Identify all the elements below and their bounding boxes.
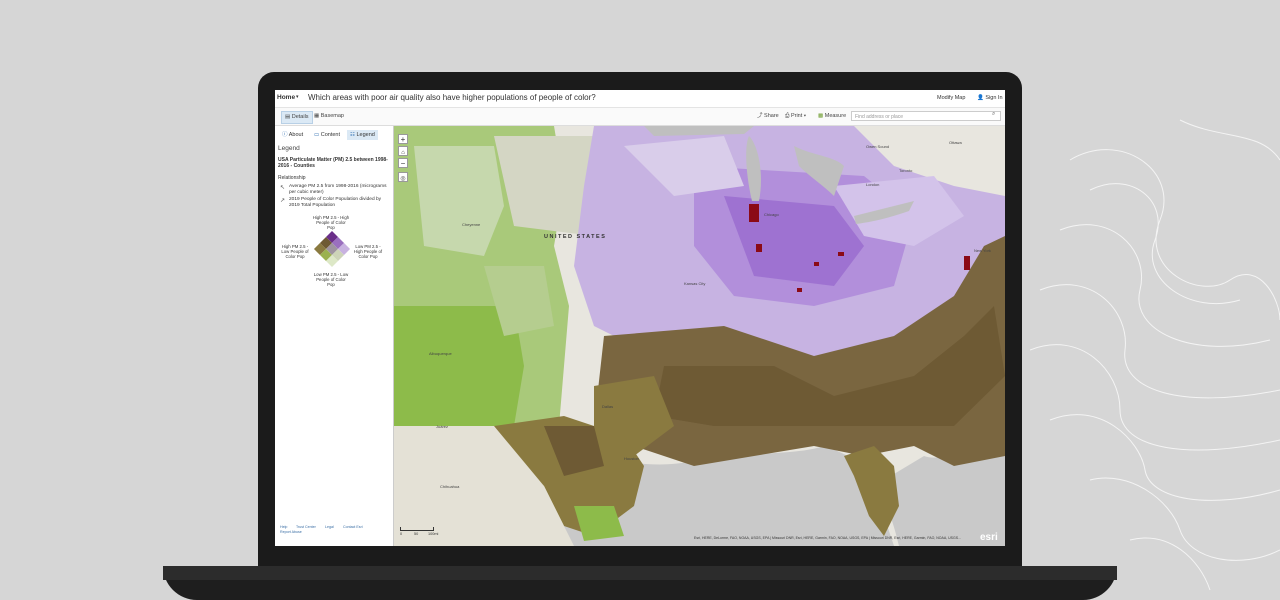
sidebar-tabs: ⓘ About ▭ Content ☷ Legend [275,128,393,140]
topographic-lines-decoration [1030,119,1280,591]
home-link[interactable]: Home [277,94,295,101]
arrow-up-right-icon: ↗ [280,198,286,204]
place-label: Ottawa [949,140,962,145]
place-label: New York [974,248,991,253]
scale-label: 50 [414,532,419,536]
bivariate-legend-diamond [313,231,351,268]
diamond-label-left: High PM 2.5 - Low People of Color Pop [281,244,309,259]
diamond-label-right: Low PM 2.5 - High People of Color Pop [353,244,383,259]
tab-about-label: About [288,132,304,138]
measure-icon: ▩ [818,113,824,119]
share-icon: ⤴ [757,113,763,119]
legal-link[interactable]: Legal [325,525,334,529]
laptop-hinge [163,566,1117,580]
locate-icon: ◎ [400,176,406,182]
zoom-out-button[interactable]: − [398,158,408,168]
zoom-in-button[interactable]: + [398,134,408,144]
details-button[interactable]: ▤ Details [281,111,313,124]
scale-label: 100mi [428,532,439,536]
search-input[interactable]: Find address or place [851,111,1001,121]
map-attribution[interactable]: Esri, HERE, DeLorme, FAO, NOAA, USGS, EP… [694,536,961,540]
measure-label: Measure [824,113,847,119]
measure-button[interactable]: ▩ Measure [815,111,849,122]
place-label: Cheyenne [462,222,481,227]
place-label: Kansas City [684,281,706,286]
country-label: UNITED STATES [544,234,607,240]
toolbar: ▤ Details ▦ Basemap ⤴ Share ⎙ Print ▾ ▩ … [275,108,1005,126]
search-icon[interactable]: ⌕ [992,111,995,118]
sidebar-panel: ⓘ About ▭ Content ☷ Legend Legend USA Pa… [275,126,394,546]
diamond-label-bottom: Low PM 2.5 - Low People of Color Pop [313,272,349,287]
report-abuse-link[interactable]: Report Abuse [280,530,302,534]
user-icon: 👤 [977,95,984,101]
tab-legend[interactable]: ☷ Legend [347,130,378,140]
tab-legend-label: Legend [356,132,375,138]
place-label: Owen Sound [866,144,890,149]
place-label: Albuquerque [429,351,452,356]
scale-bar [400,527,434,531]
info-icon: ⓘ [282,132,288,138]
place-label: Toronto [899,168,913,173]
legend-heading: Legend [278,145,300,152]
arrow-up-left-icon: ↖ [280,185,286,191]
print-button[interactable]: ⎙ Print ▾ [782,111,809,122]
basemap-label: Basemap [320,113,344,119]
basemap-button[interactable]: ▦ Basemap [311,111,347,122]
locate-button[interactable]: ◎ [398,172,408,182]
trust-center-link[interactable]: Trust Center [296,525,316,529]
tab-about[interactable]: ⓘ About [279,130,306,140]
print-icon: ⎙ [785,113,790,119]
home-icon: ⌂ [401,150,405,156]
place-label: Juárez [436,424,449,429]
relationship-item: 2019 People of Color Population divided … [289,197,382,208]
choropleth-map [394,126,1005,546]
place-label: Chicago [764,212,779,217]
scale-label: 0 [400,532,403,536]
content-icon: ▭ [314,132,320,138]
details-icon: ▤ [285,114,291,120]
sign-in-link[interactable]: 👤 Sign In [977,95,1003,101]
map-title: Which areas with poor air quality also h… [308,93,596,102]
place-label: London [866,182,880,187]
tab-content[interactable]: ▭ Content [311,130,343,140]
help-link[interactable]: Help [280,525,287,529]
sidebar-footer: Help Trust Center Legal Contact Esri Rep… [275,523,393,546]
app-header: Home ▾ Which areas with poor air quality… [275,90,1005,108]
legend-icon: ☷ [350,132,355,138]
place-label: Dallas [602,404,614,409]
place-label: Houston [624,456,639,461]
place-label: Chihuahua [440,484,460,489]
sign-in-label: Sign In [985,95,1003,101]
share-button[interactable]: ⤴ Share [754,111,782,122]
relationship-item: Average PM 2.5 from 1998-2016 (microgram… [289,184,387,195]
esri-logo: esri [980,532,998,543]
laptop-screen: Home ▾ Which areas with poor air quality… [275,90,1005,546]
layer-title: USA Particulate Matter (PM) 2.5 between … [278,157,388,169]
share-label: Share [764,113,779,119]
tab-content-label: Content [320,132,340,138]
map-view[interactable]: + ⌂ − ◎ UNITED STATES Toronto Ottawa Owe… [394,126,1005,546]
relationship-label: Relationship [278,175,306,181]
chevron-down-icon[interactable]: ▾ [296,94,299,100]
modify-map-link[interactable]: Modify Map [937,95,965,101]
print-label: Print [790,113,803,119]
diamond-label-top: High PM 2.5 - High People of Color Pop [312,215,350,230]
basemap-icon: ▦ [314,113,320,119]
home-extent-button[interactable]: ⌂ [398,146,408,156]
contact-link[interactable]: Contact Esri [343,525,363,529]
details-label: Details [291,114,309,120]
